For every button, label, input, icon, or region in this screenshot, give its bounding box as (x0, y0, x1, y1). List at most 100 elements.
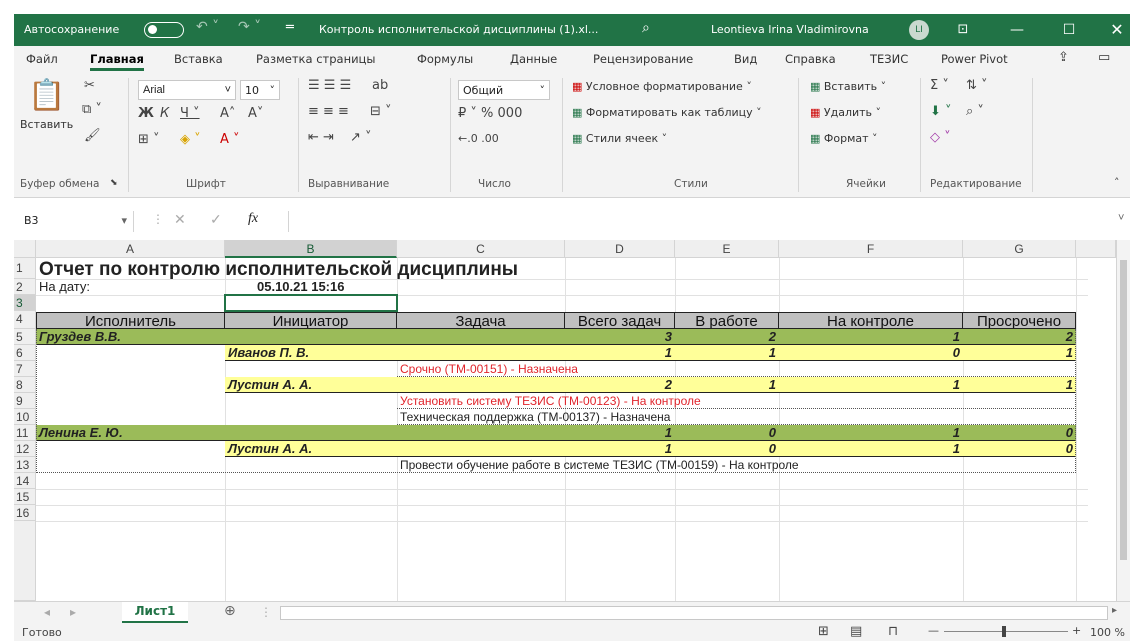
zoom-slider-thumb[interactable] (1002, 626, 1006, 637)
scrollbar-thumb[interactable] (1120, 260, 1127, 560)
zoom-slider[interactable] (944, 631, 1068, 632)
row-header[interactable]: 14 (14, 473, 36, 489)
find-icon[interactable]: ⌕ ˅ (966, 104, 984, 119)
zoom-out-icon[interactable]: — (928, 624, 939, 637)
column-header-f[interactable]: F (779, 240, 963, 258)
insert-cells-button[interactable]: ▦ Вставить ˅ (810, 80, 886, 93)
row-header[interactable]: 5 (14, 329, 36, 345)
borders-icon[interactable]: ⊞ ˅ (138, 132, 160, 147)
clear-icon[interactable]: ◇ ˅ (930, 130, 951, 145)
font-name-select[interactable]: Arial ˅ (138, 80, 236, 100)
share-icon[interactable]: ⇪ (1058, 50, 1069, 65)
next-sheet-icon[interactable]: ▸ (70, 605, 76, 619)
format-as-table-button[interactable]: ▦ Форматировать как таблицу ˅ (572, 106, 762, 119)
row-header[interactable]: 1 (14, 258, 36, 279)
font-size-select[interactable]: 10 ˅ (240, 80, 280, 100)
tab-insert[interactable]: Вставка (174, 52, 223, 66)
row-header[interactable]: 6 (14, 345, 36, 361)
row-header[interactable]: 12 (14, 441, 36, 457)
column-header-g[interactable]: G (963, 240, 1076, 258)
bold-icon[interactable]: Ж (138, 106, 154, 121)
redo-icon[interactable]: ↷ ˅ (238, 19, 261, 35)
currency-icon[interactable]: ₽ ˅ % 000 (458, 106, 522, 121)
selected-cell-b3[interactable] (224, 294, 398, 312)
customize-qat-icon[interactable]: ═ (286, 20, 294, 35)
tab-help[interactable]: Справка (785, 52, 836, 66)
tab-file[interactable]: Файл (26, 52, 58, 66)
tab-home[interactable]: Главная (90, 52, 144, 71)
user-name[interactable]: Leontieva Irina Vladimirovna (711, 23, 869, 36)
prev-sheet-icon[interactable]: ◂ (44, 605, 50, 619)
name-box[interactable]: B3 ▾ (18, 211, 134, 232)
sheet-tab-list1[interactable]: Лист1 (122, 602, 188, 624)
tab-formulas[interactable]: Формулы (417, 52, 473, 66)
vertical-scrollbar[interactable] (1116, 240, 1130, 601)
row-header[interactable]: 9 (14, 393, 36, 409)
paste-icon[interactable]: 📋 (28, 78, 65, 113)
wrap-text-icon[interactable]: ab (372, 78, 388, 93)
decimal-icon[interactable]: ←.0 .00 (458, 132, 499, 145)
cancel-icon[interactable]: ✕ (174, 211, 186, 228)
row-header[interactable]: 15 (14, 489, 36, 505)
insert-function-icon[interactable]: fx (248, 211, 258, 227)
search-icon[interactable]: ⌕ (642, 20, 650, 36)
indent-icon[interactable]: ⇤ ⇥ (308, 130, 334, 145)
column-header-d[interactable]: D (565, 240, 675, 258)
ribbon-display-icon[interactable]: ⊡ (948, 18, 978, 42)
column-header-b[interactable]: B (225, 240, 397, 258)
delete-cells-button[interactable]: ▦ Удалить ˅ (810, 106, 881, 119)
collapse-ribbon-icon[interactable]: ˄ (1114, 176, 1120, 189)
merge-icon[interactable]: ⊟ ˅ (370, 104, 392, 119)
tab-power-pivot[interactable]: Power Pivot (941, 52, 1008, 66)
undo-icon[interactable]: ↶ ˅ (196, 19, 219, 35)
italic-icon[interactable]: К (160, 106, 169, 121)
cell-styles-button[interactable]: ▦ Стили ячеек ˅ (572, 132, 667, 145)
comments-icon[interactable]: ▭ (1098, 50, 1110, 65)
expand-formula-icon[interactable]: ˅ (1118, 212, 1124, 224)
maximize-icon[interactable]: ☐ (1054, 18, 1084, 42)
zoom-level[interactable]: 100 % (1090, 626, 1125, 639)
copy-icon[interactable]: ⧉ ˅ (82, 102, 102, 117)
autosave-toggle[interactable] (144, 22, 184, 38)
tab-data[interactable]: Данные (510, 52, 557, 66)
conditional-formatting-button[interactable]: ▦ Условное форматирование ˅ (572, 80, 752, 93)
horizontal-scrollbar[interactable] (280, 606, 1108, 620)
format-painter-icon[interactable]: 🖌 (84, 128, 101, 143)
font-color-icon[interactable]: A ˅ (220, 132, 240, 147)
tab-view[interactable]: Вид (734, 52, 757, 66)
dialog-launcher-icon[interactable]: ⬊ (110, 178, 118, 188)
row-header[interactable]: 10 (14, 409, 36, 425)
close-icon[interactable]: ✕ (1102, 18, 1130, 42)
avatar[interactable]: LI (909, 20, 929, 40)
autosum-icon[interactable]: Σ ˅ (930, 78, 949, 93)
spreadsheet-grid[interactable]: A B C D E F G 1 2 3 4 5 6 7 8 9 10 11 12… (14, 240, 1130, 601)
tab-page-layout[interactable]: Разметка страницы (256, 52, 375, 66)
column-header-h[interactable] (1076, 240, 1116, 258)
row-header[interactable]: 4 (14, 311, 36, 329)
tab-review[interactable]: Рецензирование (593, 52, 693, 66)
scroll-right-icon[interactable]: ▸ (1112, 605, 1117, 616)
row-header[interactable]: 11 (14, 425, 36, 441)
normal-view-icon[interactable]: ⊞ (818, 624, 829, 639)
tab-tezis[interactable]: ТЕЗИС (870, 52, 908, 66)
fill-icon[interactable]: ⬇ ˅ (930, 104, 952, 119)
underline-icon[interactable]: Ч ˅ (180, 106, 200, 121)
row-header[interactable]: 13 (14, 457, 36, 473)
sort-filter-icon[interactable]: ⇅ ˅ (966, 78, 988, 93)
format-cells-button[interactable]: ▦ Формат ˅ (810, 132, 878, 145)
formula-input[interactable] (288, 211, 1130, 232)
paste-button-label[interactable]: Вставить (20, 118, 73, 131)
fill-color-icon[interactable]: ◈ ˅ (180, 132, 201, 147)
page-layout-view-icon[interactable]: ▤ (850, 624, 862, 639)
cut-icon[interactable]: ✂ (84, 78, 95, 93)
zoom-in-icon[interactable]: + (1072, 624, 1081, 637)
row-header[interactable]: 16 (14, 505, 36, 521)
row-header[interactable]: 3 (14, 295, 36, 311)
minimize-icon[interactable]: — (1002, 18, 1032, 42)
column-header-e[interactable]: E (675, 240, 779, 258)
decrease-font-icon[interactable]: A˅ (248, 106, 263, 121)
align-left-icon[interactable]: ≡ ≡ ≡ (308, 104, 349, 119)
page-break-view-icon[interactable]: ⊓ (888, 624, 898, 639)
row-header[interactable]: 2 (14, 279, 36, 295)
enter-icon[interactable]: ✓ (210, 211, 222, 228)
